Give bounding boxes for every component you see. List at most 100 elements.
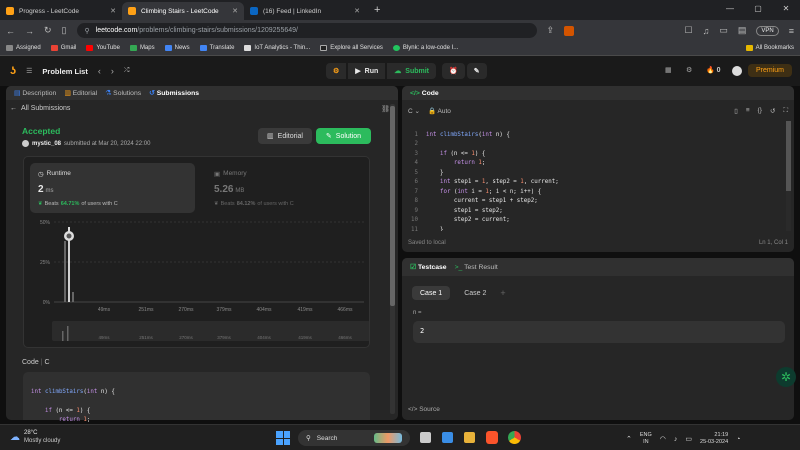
taskbar-search[interactable]: ⚲ Search [298,430,410,446]
vpn-button[interactable]: VPN [756,25,779,36]
bookmark-item[interactable]: News [164,45,190,51]
close-tab-icon[interactable]: ✕ [232,7,238,15]
all-submissions-link[interactable]: ← All Submissions [10,105,70,112]
source-link[interactable]: </> Source [408,406,440,413]
extensions-icon[interactable]: ☐ [685,25,693,36]
bookmark-item[interactable]: IoT Analytics - Thin... [244,45,310,51]
shuffle-icon[interactable]: ⤮ [124,67,130,75]
brave-shield-icon[interactable] [564,25,575,36]
leetcode-logo-icon[interactable]: ʖ [10,65,16,77]
autocomplete-toggle[interactable]: 🔒 Auto [428,107,451,115]
bookmark-item[interactable]: Gmail [50,45,76,51]
braces-icon[interactable]: {} [758,107,762,115]
clock[interactable]: 21:19 25-03-2024 [700,432,728,446]
tab-submissions[interactable]: ↺ Submissions [149,89,199,97]
language-select[interactable]: C ⌄ [408,107,420,115]
bookmark-item[interactable]: Maps [129,45,155,51]
case-2-tab[interactable]: Case 2 [456,286,494,300]
close-tab-icon[interactable]: ✕ [354,7,360,15]
maximize-icon[interactable]: ▢ [744,0,772,20]
wifi-icon[interactable]: ◠ [660,435,666,443]
left-scrollbar[interactable] [390,104,395,414]
media-icon[interactable]: ♫ [703,26,710,36]
chart-bar[interactable] [72,292,74,302]
ai-assistant-icon[interactable]: ✲ [776,367,796,387]
memory-box[interactable]: ▣ Memory 5.26 MB ❦ Beats 84.12% of users wit… [206,163,366,213]
format-icon[interactable]: ≡ [746,107,750,115]
language-indicator[interactable]: ENG IN [640,432,652,446]
weather-widget[interactable]: ☁ 28°C Mostly cloudy [10,429,60,445]
sidebar-icon[interactable]: ▭ [719,25,728,36]
tab-solutions[interactable]: ⚗ Solutions [105,89,141,97]
new-tab-icon[interactable]: + [374,4,380,16]
case-1-tab[interactable]: Case 1 [412,286,451,300]
reload-icon[interactable]: ↻ [44,25,52,36]
start-button[interactable] [276,431,290,445]
debug-icon[interactable]: ⚙ [326,63,347,79]
problem-list-link[interactable]: Problem List [42,67,87,76]
premium-button[interactable]: Premium [747,64,792,77]
file-explorer-icon[interactable] [464,432,475,443]
volume-icon[interactable]: ♪ [674,436,678,443]
testcase-input[interactable]: 2 [413,321,785,343]
tab-editorial[interactable]: ▥ Editorial [64,89,97,97]
share-link-icon[interactable]: ⛓ [381,105,390,113]
settings-icon[interactable]: ⚙ [686,66,692,74]
browser-tab[interactable]: (16) Feed | LinkedIn ✕ [244,2,366,20]
bookmark-item[interactable]: Blynk: a low-code I... [392,45,458,51]
problem-list-icon[interactable]: ☰ [26,67,32,75]
forward-icon[interactable]: → [25,26,34,36]
bookmark-page-icon[interactable]: ▯ [62,25,67,36]
bookmark-item[interactable]: Explore all Services [320,45,383,51]
bookmark-item[interactable]: Translate [199,45,234,51]
layout-icon[interactable]: ▦ [665,66,672,74]
next-problem-icon[interactable]: › [111,66,114,76]
tab-description[interactable]: ▤ Description [14,89,56,97]
bookmark-item[interactable]: Assigned [6,45,41,51]
chrome-icon[interactable] [508,431,521,444]
tab-test-result[interactable]: >_ Test Result [455,264,498,271]
notes-icon[interactable]: ✎ [466,63,487,79]
battery-icon[interactable]: ▭ [685,435,692,443]
streak-counter[interactable]: 🔥 0 [706,66,721,74]
avatar[interactable] [732,66,742,76]
all-bookmarks[interactable]: All Bookmarks [745,45,794,51]
menu-icon[interactable]: ≡ [789,26,794,36]
browser-tab-active[interactable]: Climbing Stairs - LeetCode ✕ [122,2,244,20]
tab-testcase[interactable]: ☑ Testcase [410,263,447,271]
share-icon[interactable]: ⇪ [547,25,555,36]
bookmark-item[interactable]: YouTube [86,45,120,51]
reset-icon[interactable]: ↺ [770,107,775,115]
back-icon[interactable]: ← [6,26,15,36]
submit-button[interactable]: ☁ Submit [387,63,437,79]
prev-problem-icon[interactable]: ‹ [98,66,101,76]
url-field[interactable]: ⚲ leetcode.com/problems/climbing-stairs/… [76,23,537,38]
run-button[interactable]: ▶ Run [348,63,386,79]
task-view-icon[interactable] [420,432,431,443]
close-window-icon[interactable]: ✕ [772,0,800,20]
notifications-icon[interactable]: ◔ [736,436,740,443]
runtime-box[interactable]: ◷ Runtime 2 ms ❦ Beats 64.71% of users with … [30,163,195,213]
solution-button[interactable]: ✎ Solution [316,128,371,144]
app-icon[interactable] [442,432,453,443]
scroll-thumb[interactable] [786,121,791,191]
username[interactable]: mystic_08 [32,141,61,147]
wallet-icon[interactable]: ▤ [738,25,747,36]
timer-icon[interactable]: ⏰ [442,63,465,79]
scroll-thumb[interactable] [390,106,395,306]
runtime-distribution-chart[interactable]: 50% 25% 0% 49ms 251ms 270ms 379ms 404ms … [24,214,369,349]
minimize-icon[interactable]: — [716,0,744,20]
site-info-icon[interactable]: ⚲ [85,27,90,35]
brave-browser-icon[interactable] [486,431,498,444]
editorial-button[interactable]: ▥ Editorial [258,128,312,144]
fullscreen-icon[interactable]: ⛶ [783,107,788,115]
add-case-icon[interactable]: + [500,288,505,298]
browser-tab[interactable]: Progress - LeetCode ✕ [0,2,122,20]
chart-bar[interactable] [64,241,66,302]
tab-code[interactable]: </> Code [410,90,439,97]
tray-chevron-icon[interactable]: ⌃ [626,435,632,443]
editor-scrollbar[interactable] [786,121,791,231]
bookmark-icon[interactable]: ▯ [734,107,738,115]
code-editor[interactable]: 1 int climbStairs(int n) {2 3 if (n <= 1)… [402,121,782,232]
close-tab-icon[interactable]: ✕ [110,7,116,15]
